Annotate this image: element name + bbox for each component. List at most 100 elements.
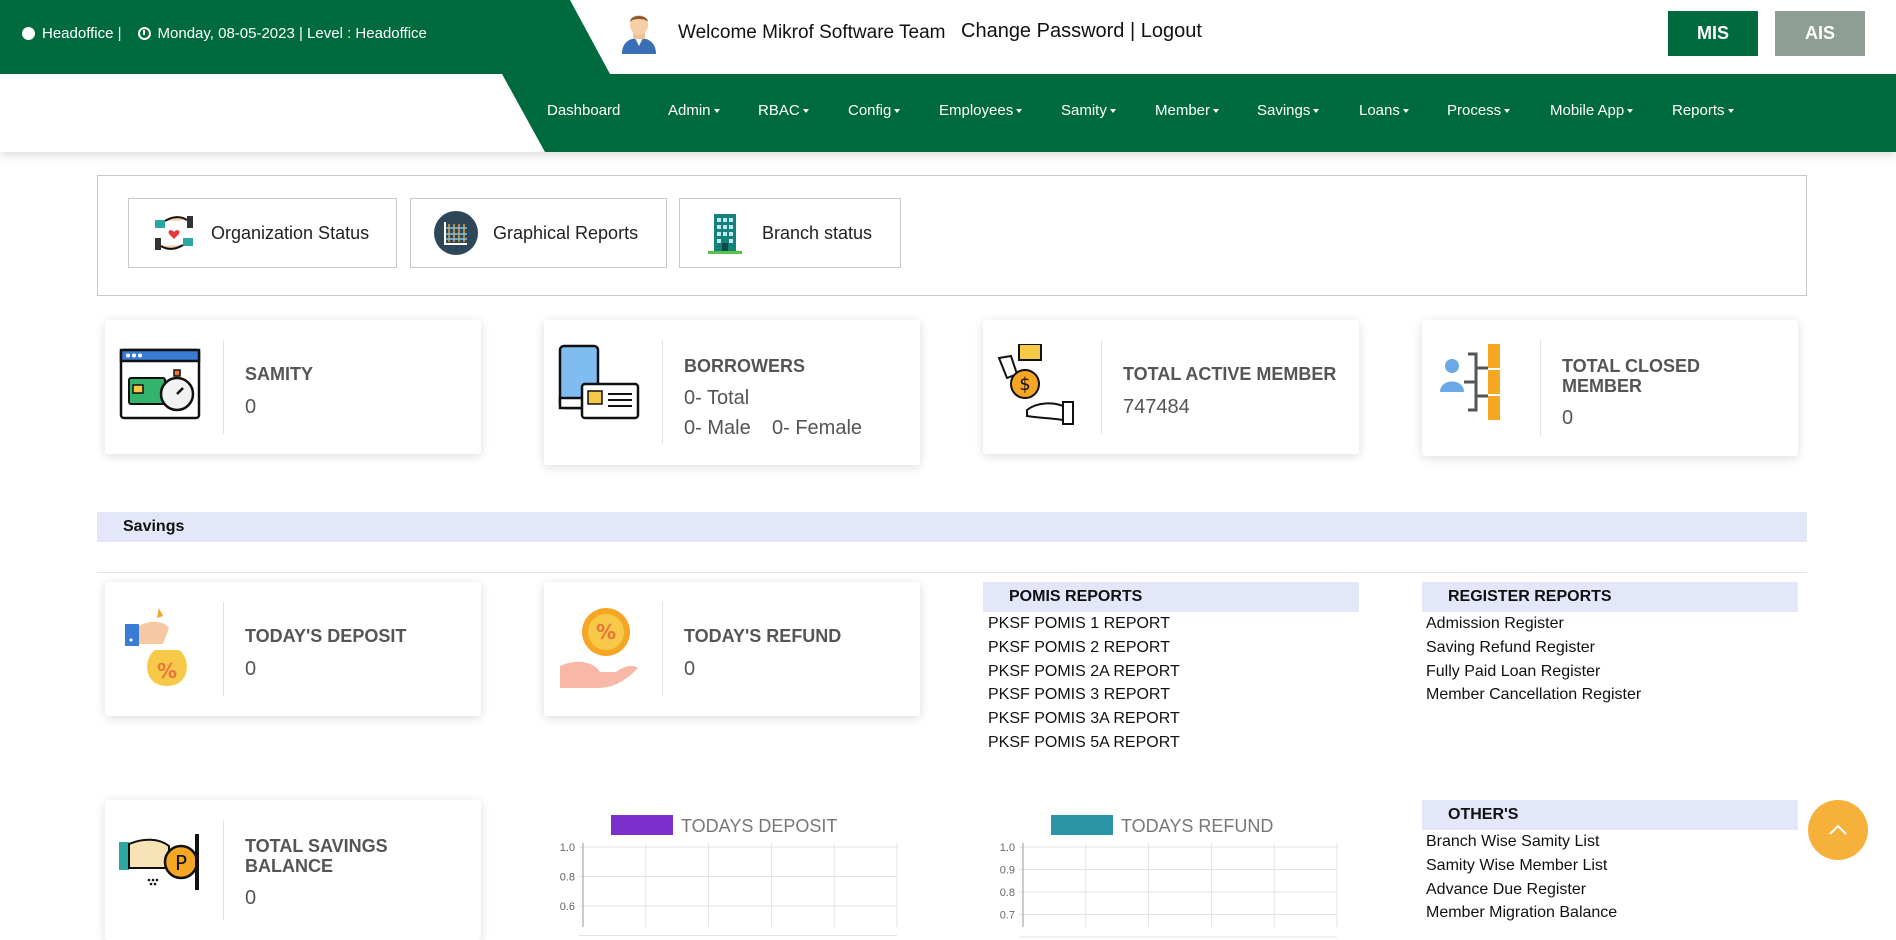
todays-refund-title: TODAY'S REFUND [684,626,842,646]
browser-stopwatch-icon [119,348,201,420]
todays-refund-chart: TODAYS REFUND 1.0 0.9 0.8 0.7 [1000,815,1338,938]
nav-employees[interactable]: Employees [939,102,1023,119]
change-password-link[interactable]: Change Password [961,20,1124,42]
others-report-item[interactable]: Samity Wise Member List [1426,854,1617,878]
borrowers-male: 0- Male [684,417,751,439]
ais-button[interactable]: AIS [1775,11,1865,56]
active-member-title: TOTAL ACTIVE MEMBER [1123,364,1337,384]
pomis-reports-list: PKSF POMIS 1 REPORT PKSF POMIS 2 REPORT PK… [988,612,1180,755]
others-report-item[interactable]: Advance Due Register [1426,878,1617,902]
tab-graphical-label: Graphical Reports [493,222,639,243]
y-tick-label: 0.8 [560,872,575,884]
caret-down-icon [1313,109,1320,114]
active-member-card: $ TOTAL ACTIVE MEMBER 747484 [983,320,1359,454]
nav-savings-label: Savings [1257,102,1311,119]
caret-down-icon [1016,109,1023,114]
tab-branch-status[interactable]: Branch status [679,198,901,268]
nav-admin[interactable]: Admin [668,102,720,119]
register-reports-header: REGISTER REPORTS [1422,582,1798,612]
nav-samity-label: Samity [1061,102,1107,119]
abacus-chart-icon [434,211,478,255]
nav-admin-label: Admin [668,102,711,119]
quick-tabs-panel: Organization Status Graphical Reports Br… [97,175,1807,296]
todays-deposit-card: % TODAY'S DEPOSIT 0 [105,582,481,716]
y-tick-label: 0.9 [1000,865,1015,877]
savings-section-header: Savings [97,512,1807,542]
card-divider [1540,340,1541,436]
globe-icon [22,27,35,40]
register-report-item[interactable]: Saving Refund Register [1426,636,1641,660]
money-hand-icon: $ [997,344,1074,425]
others-report-item[interactable]: Branch Wise Samity List [1426,830,1617,854]
register-report-item[interactable]: Fully Paid Loan Register [1426,660,1641,684]
nav-savings[interactable]: Savings [1257,102,1320,119]
others-title: OTHER'S [1448,806,1519,823]
card-divider [223,602,224,696]
section-divider [97,572,1807,573]
y-tick-label: 1.0 [1000,842,1015,854]
scroll-to-top-button[interactable] [1808,800,1868,860]
nav-config[interactable]: Config [848,102,901,119]
samity-card: SAMITY 0 [105,320,481,454]
top-header: Headoffice | Monday, 08-05-2023 | Level … [0,0,1896,74]
closed-member-card: TOTAL CLOSED MEMBER 0 [1422,320,1798,456]
nav-samity[interactable]: Samity [1061,102,1116,119]
nav-loans[interactable]: Loans [1359,102,1409,119]
nav-loans-label: Loans [1359,102,1400,119]
borrowers-total: 0- Total [684,387,750,409]
closed-member-value: 0 [1562,407,1574,429]
y-tick-label: 1.0 [560,842,575,854]
caret-down-icon [1627,109,1634,114]
welcome-text: Welcome Mikrof Software Team [678,22,946,43]
nav-reports[interactable]: Reports [1672,102,1734,119]
nav-member[interactable]: Member [1155,102,1220,119]
nav-rbac[interactable]: RBAC [758,102,809,119]
total-savings-title-line2: BALANCE [245,856,333,876]
clock-icon [137,27,151,40]
caret-down-icon [1402,109,1409,114]
pomis-report-item[interactable]: PKSF POMIS 3 REPORT [988,683,1180,707]
pomis-report-item[interactable]: PKSF POMIS 2A REPORT [988,660,1180,684]
others-report-item[interactable]: Member Migration Balance [1426,901,1617,925]
total-savings-title-line1: TOTAL SAVINGS [245,836,388,856]
handshake-heart-icon [155,216,193,250]
pomis-report-item[interactable]: PKSF POMIS 1 REPORT [988,612,1180,636]
main-nav: Dashboard Admin RBAC Config Employees Samity M… [0,74,1896,152]
legend-label: TODAYS REFUND [1121,816,1273,836]
svg-text:%: % [157,659,177,683]
register-report-item[interactable]: Member Cancellation Register [1426,683,1641,707]
total-savings-balance-card: P TOTAL SAVINGS BALANCE 0 [105,800,481,940]
deposit-bag-icon: % [125,608,187,686]
nav-dashboard-label: Dashboard [547,102,621,119]
logout-link[interactable]: Logout [1141,20,1202,42]
mis-button[interactable]: MIS [1668,11,1758,56]
closed-member-title-line1: TOTAL CLOSED [1562,356,1701,376]
nav-mobile-app[interactable]: Mobile App [1550,102,1634,119]
nav-reports-label: Reports [1672,102,1725,119]
legend-swatch [1051,815,1113,835]
svg-text:$: $ [1019,374,1030,395]
svg-text:P: P [175,851,187,875]
y-tick-label: 0.6 [560,901,575,913]
card-divider [1101,340,1102,434]
samity-value: 0 [245,396,257,418]
account-links: Change Password | Logout [961,20,1202,43]
borrowers-title: BORROWERS [684,356,805,376]
caret-down-icon [1504,109,1511,114]
pomis-report-item[interactable]: PKSF POMIS 2 REPORT [988,636,1180,660]
total-savings-value: 0 [245,887,257,909]
pomis-report-item[interactable]: PKSF POMIS 5A REPORT [988,731,1180,755]
pomis-report-item[interactable]: PKSF POMIS 3A REPORT [988,707,1180,731]
nav-process[interactable]: Process [1447,102,1511,119]
header-info: Headoffice | Monday, 08-05-2023 | Level … [22,25,427,42]
user-avatar [622,15,656,54]
todays-deposit-chart: TODAYS DEPOSIT 1.0 0.8 0.6 [560,815,898,936]
nav-dashboard[interactable]: Dashboard [547,102,620,119]
borrowers-female: 0- Female [772,417,863,439]
tab-organization-status[interactable]: Organization Status [128,198,397,268]
tab-graphical-reports[interactable]: Graphical Reports [410,198,667,268]
caret-down-icon [1727,109,1734,114]
register-report-item[interactable]: Admission Register [1426,612,1641,636]
caret-down-icon [713,109,720,114]
caret-down-icon [1213,109,1220,114]
